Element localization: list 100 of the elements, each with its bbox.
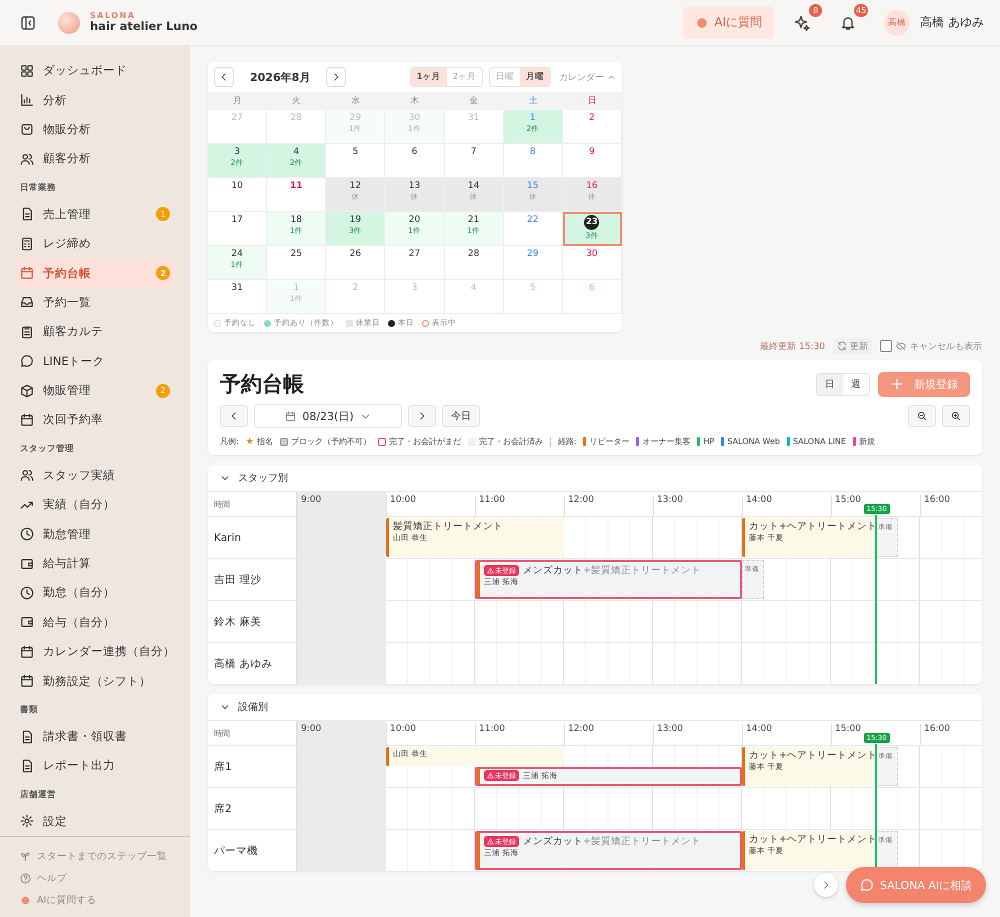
sidebar-item[interactable]: 売上管理 1 — [14, 200, 176, 229]
legend-label: HP — [703, 437, 714, 446]
chat-bubble-icon — [860, 878, 874, 892]
count-badge: 1 — [156, 207, 170, 222]
calendar-icon — [285, 410, 296, 422]
week-start-option[interactable]: 月曜 — [520, 68, 550, 86]
page-title: 予約台帳 — [220, 371, 304, 398]
bar-chart-icon — [20, 93, 34, 108]
warning-icon — [487, 772, 494, 779]
salon-name: hair atelier Luno — [90, 20, 198, 34]
grid-icon — [20, 64, 34, 78]
sprout-icon — [20, 850, 31, 862]
calculator-icon — [20, 236, 34, 251]
previous-month-button[interactable] — [214, 67, 234, 87]
sidebar-item[interactable]: 実績（自分） — [14, 490, 176, 520]
section-toggle[interactable]: スタッフ別 — [208, 465, 982, 491]
star-icon: ★ — [246, 436, 254, 446]
sidebar-item[interactable]: 予約一覧 — [14, 288, 176, 318]
sidebar-item[interactable]: ダッシュボード — [14, 56, 176, 86]
legend-swatch — [388, 320, 395, 326]
date-picker[interactable]: 08/23(日) — [254, 404, 402, 428]
weekday-label: 日 — [586, 95, 598, 108]
calendar-day[interactable]: 29 — [504, 246, 563, 280]
sidebar-item[interactable]: 顧客分析 — [14, 144, 176, 174]
service-name: カット+ヘアトリートメント — [749, 833, 876, 846]
legend-label: SALONA LINE — [792, 437, 846, 446]
zoom-out-button[interactable] — [908, 405, 936, 427]
sidebar-item[interactable]: 請求書・領収書 — [14, 722, 176, 752]
sidebar-item[interactable]: 給与計算 — [14, 548, 176, 578]
weekday-label: 金 — [468, 95, 480, 108]
calendar-day[interactable]: 26 — [326, 246, 386, 280]
plus-icon — [890, 377, 904, 391]
view-option[interactable]: 週 — [843, 374, 869, 394]
calendar-day[interactable]: 30 — [562, 246, 622, 280]
warning-icon — [487, 567, 494, 574]
sidebar-item[interactable]: カレンダー連携（自分） — [14, 637, 176, 666]
calendar-day[interactable]: 10 — [208, 178, 268, 212]
next-month-button[interactable] — [326, 67, 346, 87]
sidebar-item[interactable]: レポート出力 — [14, 751, 176, 781]
hour-label: 13:00 — [653, 724, 683, 745]
section-toggle[interactable]: 設備別 — [208, 694, 982, 720]
legend-swatch — [422, 320, 429, 326]
weekday-label: 土 — [528, 95, 539, 108]
count-badge: 8 — [809, 4, 822, 16]
count-badge: 2 — [156, 384, 170, 398]
brand-label: SALONA — [90, 11, 136, 20]
sidebar-item[interactable]: 勤務設定（シフト） — [14, 666, 176, 696]
zoom-in-button[interactable] — [942, 405, 970, 427]
hour-label: 9:00 — [297, 495, 322, 516]
legend-label: 完了・お会計済み — [478, 436, 543, 447]
hour-label: 15:00 — [831, 724, 861, 745]
calendar-icon — [20, 674, 34, 688]
service-name: カット+ヘアトリートメント — [749, 520, 876, 533]
settings-icon — [20, 814, 34, 828]
service-name: メンズカット+髪質矯正トリートメント — [523, 564, 701, 577]
sidebar-item[interactable]: レジ締め — [14, 228, 176, 258]
legend-label: オーナー集客 — [642, 436, 690, 447]
sidebar-item[interactable]: 勤怠管理 — [14, 519, 176, 549]
weekday-label: 水 — [350, 95, 362, 108]
sidebar-item[interactable]: LINEトーク — [14, 346, 176, 376]
section-heading: スタッフ管理 — [19, 442, 75, 456]
view-option[interactable]: 日 — [817, 374, 843, 394]
hour-label: 9:00 — [297, 724, 322, 745]
wallet-icon — [20, 615, 34, 630]
sidebar-item[interactable]: スタッフ実績 — [14, 460, 176, 490]
hour-label: 10:00 — [386, 724, 416, 745]
today-button[interactable]: 今日 — [442, 405, 480, 427]
hour-label: 14:00 — [742, 724, 772, 745]
legend-label: リピーター — [589, 436, 630, 447]
sidebar-item[interactable]: 勤怠（自分） — [14, 578, 176, 608]
sidebar-item[interactable]: 物販管理 2 — [14, 376, 176, 406]
sidebar-item[interactable]: 設定 — [14, 806, 176, 836]
sidebar-item[interactable]: 分析 — [14, 85, 176, 115]
count-badge: 2 — [156, 266, 170, 280]
people-icon — [20, 152, 34, 166]
service-name: カット+ヘアトリートメント — [749, 749, 876, 762]
calendar-icon — [20, 412, 34, 427]
clipboard-icon — [20, 324, 34, 339]
eye-off-icon — [896, 341, 906, 351]
clock-icon — [20, 586, 34, 600]
user-name[interactable]: 高橋 あゆみ — [920, 14, 984, 31]
refresh-icon — [837, 341, 847, 351]
sidebar-item[interactable]: 次回予約率 — [14, 405, 176, 435]
sidebar-item[interactable]: 物販分析 — [14, 114, 176, 144]
checkbox[interactable] — [880, 340, 892, 352]
hour-label: 11:00 — [475, 495, 505, 516]
calendar-day[interactable]: 2 — [562, 110, 622, 144]
blob-icon — [20, 894, 31, 906]
inbox-icon — [20, 295, 34, 310]
checkbox-label: キャンセルも表示 — [910, 340, 982, 352]
document-icon — [20, 207, 34, 222]
legend-swatch — [264, 320, 271, 326]
calendar-icon — [20, 644, 34, 659]
legend-label: ブロック（予約不可） — [290, 436, 371, 447]
sidebar-item[interactable]: 顧客カルテ — [14, 317, 176, 347]
calendar-day[interactable]: 28 — [444, 246, 504, 280]
span-option[interactable]: 1ヶ月 — [410, 68, 447, 86]
calendar-day[interactable]: 27 — [385, 246, 445, 280]
sidebar-item[interactable]: 給与（自分） — [14, 608, 176, 638]
bag-icon — [20, 122, 34, 136]
